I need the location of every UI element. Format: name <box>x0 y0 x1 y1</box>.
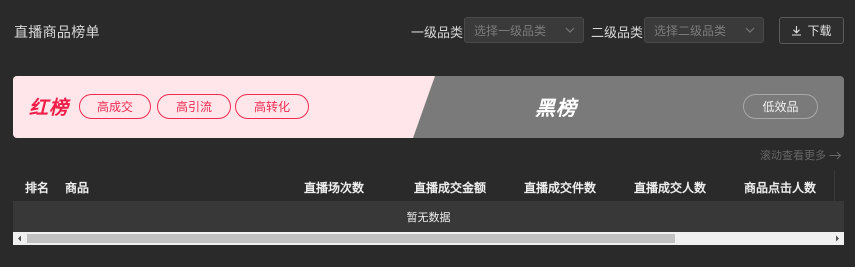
ranking-banner: 红榜 高成交 高引流 高转化 黑榜 低效品 <box>13 76 844 138</box>
column-header-live-buyers: 直播成交人数 <box>634 181 707 195</box>
red-list-title: 红榜 <box>29 97 70 119</box>
page-title: 直播商品榜单 <box>14 25 100 41</box>
arrow-right-icon <box>829 151 842 159</box>
level1-category-label: 一级品类 <box>411 26 464 41</box>
scroll-hint: 滚动查看更多 <box>760 147 842 163</box>
black-list-title: 黑榜 <box>535 96 577 120</box>
empty-state-text: 暂无数据 <box>406 210 451 224</box>
download-icon <box>792 26 802 36</box>
vertical-scrollbar-gutter <box>834 170 845 201</box>
tab-high-sales[interactable]: 高成交 <box>79 94 151 119</box>
column-header-live-gmv: 直播成交金额 <box>414 181 487 195</box>
tab-high-conversion[interactable]: 高转化 <box>235 94 309 119</box>
chevron-down-icon <box>745 27 755 33</box>
horizontal-scrollbar[interactable] <box>13 232 844 245</box>
scroll-right-arrow-icon[interactable] <box>833 234 842 243</box>
level2-category-placeholder: 选择二级品类 <box>654 23 727 38</box>
column-header-live-sessions: 直播场次数 <box>304 181 365 195</box>
chevron-down-icon <box>565 27 575 33</box>
level1-category-select[interactable]: 选择一级品类 <box>464 17 584 43</box>
column-header-product: 商品 <box>65 181 90 195</box>
empty-state: 暂无数据 <box>13 201 844 232</box>
scrollbar-thumb[interactable] <box>27 234 675 243</box>
level2-category-label: 二级品类 <box>591 26 644 41</box>
column-header-live-items-sold: 直播成交件数 <box>524 181 597 195</box>
scroll-hint-text: 滚动查看更多 <box>760 149 826 162</box>
column-header-rank: 排名 <box>25 181 50 195</box>
scroll-left-arrow-icon[interactable] <box>15 234 24 243</box>
level1-category-placeholder: 选择一级品类 <box>474 23 547 38</box>
tab-low-efficiency[interactable]: 低效品 <box>743 94 818 119</box>
download-button[interactable]: 下载 <box>779 17 844 44</box>
level2-category-select[interactable]: 选择二级品类 <box>644 17 764 43</box>
download-label: 下载 <box>807 24 832 38</box>
tab-high-traffic[interactable]: 高引流 <box>157 94 231 119</box>
column-header-product-clicks: 商品点击人数 <box>744 181 817 195</box>
table-header: 排名 商品 直播场次数 直播成交金额 直播成交件数 直播成交人数 商品点击人数 <box>13 170 845 201</box>
